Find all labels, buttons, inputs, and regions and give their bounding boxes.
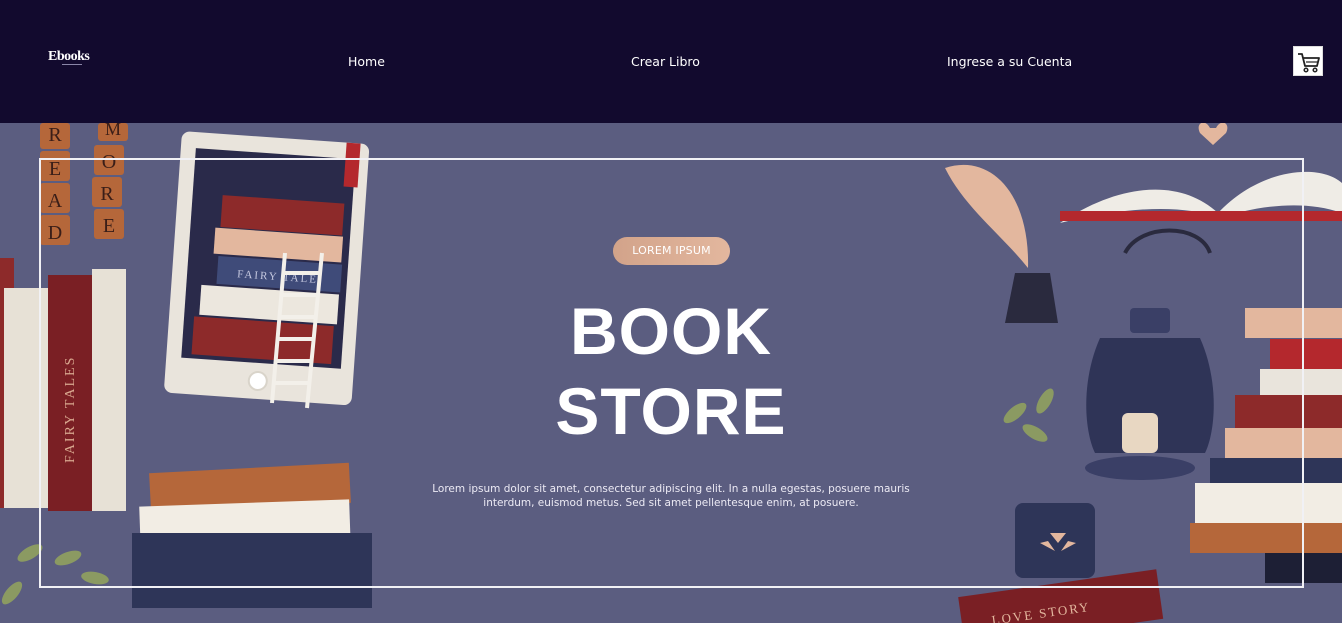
brand-logo[interactable]: Ebooks xyxy=(48,49,90,65)
navbar: Ebooks Home Crear Libro Ingrese a su Cue… xyxy=(0,0,1342,123)
logo-underline xyxy=(62,64,82,65)
nav-home-link[interactable]: Home xyxy=(348,54,385,69)
svg-text:R: R xyxy=(48,124,62,146)
hero-title-line-1: BOOK xyxy=(570,294,772,368)
hero-badge: LOREM IPSUM xyxy=(613,237,730,265)
nav-account-link[interactable]: Ingrese a su Cuenta xyxy=(947,54,1072,69)
hero-banner: R E A D M O R E FAIRY TALES FAIRY TALE L… xyxy=(0,123,1342,623)
hero-title-line-2: STORE xyxy=(555,374,787,448)
nav-create-book-link[interactable]: Crear Libro xyxy=(631,54,700,69)
cart-button[interactable] xyxy=(1293,46,1323,76)
svg-text:M: M xyxy=(105,123,121,139)
hero-title: BOOK STORE xyxy=(520,291,822,451)
shopping-cart-icon xyxy=(1298,53,1320,73)
hero-description: Lorem ipsum dolor sit amet, consectetur … xyxy=(432,483,910,509)
